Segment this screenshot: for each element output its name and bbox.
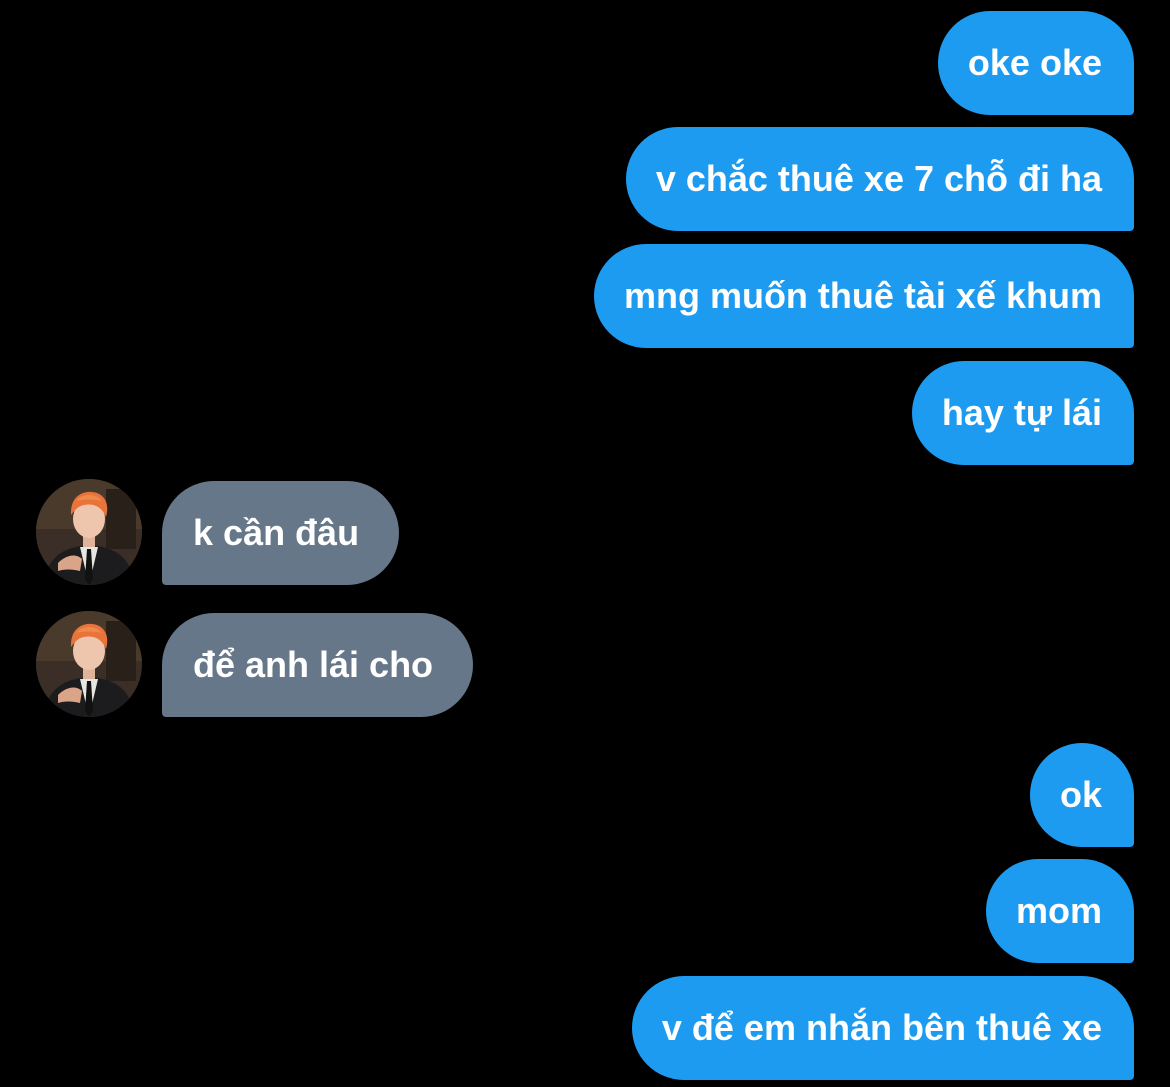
outgoing-message-bubble[interactable]: ok [1029,743,1134,847]
outgoing-message-bubble[interactable]: mng muốn thuê tài xế khum [593,244,1134,348]
message-text: k cần đâu [193,512,360,553]
user-photo-avatar-icon [36,479,142,585]
sender-avatar[interactable] [36,479,142,585]
message-text: v để em nhắn bên thuê xe [661,1007,1102,1048]
outgoing-message-bubble[interactable]: mom [985,859,1134,963]
incoming-message-bubble[interactable]: k cần đâu [162,481,400,585]
message-text: mng muốn thuê tài xế khum [623,275,1102,316]
message-text: oke oke [967,42,1102,83]
message-text: để anh lái cho [193,644,434,685]
outgoing-message-bubble[interactable]: hay tự lái [911,361,1134,465]
outgoing-message-bubble[interactable]: v để em nhắn bên thuê xe [631,976,1134,1080]
message-text: v chắc thuê xe 7 chỗ đi ha [655,158,1102,199]
chat-screen: { "chat": { "messages": [ { "sender": "m… [0,0,1170,1087]
message-text: ok [1059,774,1102,815]
outgoing-message-bubble[interactable]: oke oke [937,11,1134,115]
incoming-message-bubble[interactable]: để anh lái cho [162,613,474,717]
message-text: hay tự lái [941,392,1102,433]
user-photo-avatar-icon [36,611,142,717]
sender-avatar[interactable] [36,611,142,717]
message-text: mom [1015,890,1102,931]
outgoing-message-bubble[interactable]: v chắc thuê xe 7 chỗ đi ha [625,127,1134,231]
